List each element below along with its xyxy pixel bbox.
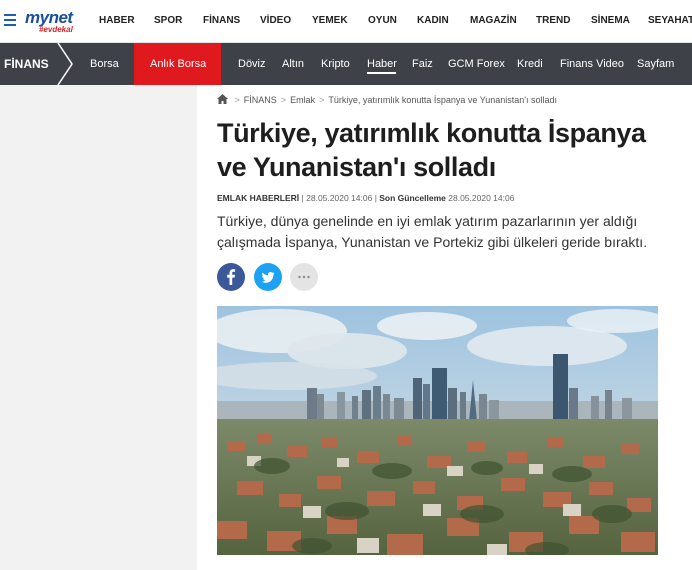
facebook-icon	[227, 269, 236, 285]
article-updated-label: Son Güncelleme	[379, 193, 446, 203]
finans-nav-borsa[interactable]: Borsa	[90, 58, 119, 70]
twitter-share-button[interactable]	[254, 263, 282, 291]
top-nav-video[interactable]: VİDEO	[260, 15, 291, 26]
facebook-share-button[interactable]	[217, 263, 245, 291]
home-icon[interactable]	[217, 94, 228, 104]
active-tab-indicator	[367, 72, 396, 74]
finans-nav-kredi[interactable]: Kredi	[517, 58, 543, 70]
top-nav-sinema[interactable]: SİNEMA	[591, 15, 630, 26]
hamburger-menu-icon[interactable]	[4, 14, 16, 26]
left-sidebar-area	[0, 85, 197, 570]
city-skyline-photo	[217, 306, 658, 555]
top-nav-trend[interactable]: TREND	[536, 15, 570, 26]
finans-subnav-bar: FİNANS Borsa Anlık Borsa Döviz Altın Kri…	[0, 43, 692, 85]
breadcrumb-emlak[interactable]: Emlak	[290, 95, 315, 105]
top-nav-magazin[interactable]: MAGAZİN	[470, 15, 517, 26]
finans-nav-anlik-borsa-label: Anlık Borsa	[150, 58, 207, 70]
top-nav-haber[interactable]: HABER	[99, 15, 135, 26]
logo-hashtag: #evdekal	[39, 25, 73, 34]
top-nav-seyahat[interactable]: SEYAHAT	[648, 15, 692, 26]
finans-nav-altin[interactable]: Altın	[282, 58, 304, 70]
top-nav-yemek[interactable]: YEMEK	[312, 15, 348, 26]
top-nav-finans[interactable]: FİNANS	[203, 15, 240, 26]
article-updated-date: 28.05.2020 14:06	[448, 193, 515, 203]
finans-nav-gcm-forex[interactable]: GCM Forex	[448, 58, 505, 70]
breadcrumb-current-article: Türkiye, yatırımlık konutta İspanya ve Y…	[328, 95, 558, 105]
twitter-icon	[261, 272, 275, 283]
breadcrumb-separator: >	[280, 95, 287, 105]
article-source[interactable]: EMLAK HABERLERİ	[217, 193, 299, 203]
finans-nav-faiz[interactable]: Faiz	[412, 58, 433, 70]
breadcrumb: > FİNANS > Emlak > Türkiye, yatırımlık konutt…	[217, 94, 557, 105]
breadcrumb-separator: >	[234, 95, 240, 105]
breadcrumb-separator: >	[319, 95, 325, 105]
finans-nav-doviz[interactable]: Döviz	[238, 58, 266, 70]
mynet-logo[interactable]: mynet #evdekal	[25, 9, 80, 37]
more-share-button[interactable]	[290, 263, 318, 291]
article-published-date: 28.05.2020 14:06	[306, 193, 373, 203]
finans-nav-kripto[interactable]: Kripto	[321, 58, 350, 70]
top-nav-kadin[interactable]: KADIN	[417, 15, 449, 26]
finans-nav-haber[interactable]: Haber	[367, 58, 397, 70]
more-icon	[298, 275, 310, 279]
article-headline: Türkiye, yatırımlık konutta İspanya ve Y…	[217, 118, 646, 182]
article-summary: Türkiye, dünya genelinde en iyi emlak ya…	[217, 213, 648, 250]
finans-section-title[interactable]: FİNANS	[4, 57, 49, 71]
breadcrumb-finans[interactable]: FİNANS	[244, 95, 277, 105]
finans-nav-anlik-borsa[interactable]: Anlık Borsa	[134, 43, 221, 85]
finans-nav-sayfam[interactable]: Sayfam	[637, 58, 674, 70]
article-meta: EMLAK HABERLERİ | 28.05.2020 14:06 | Son…	[217, 193, 514, 203]
chevron-right-icon	[57, 43, 73, 85]
logo-text: mynet	[25, 8, 73, 27]
article-hero-image[interactable]	[217, 306, 658, 555]
top-nav-oyun[interactable]: OYUN	[368, 15, 397, 26]
top-navigation-bar: mynet #evdekal HABER SPOR FİNANS VİDEO Y…	[0, 0, 692, 43]
finans-nav-finans-video[interactable]: Finans Video	[560, 58, 624, 70]
top-nav-spor[interactable]: SPOR	[154, 15, 182, 26]
